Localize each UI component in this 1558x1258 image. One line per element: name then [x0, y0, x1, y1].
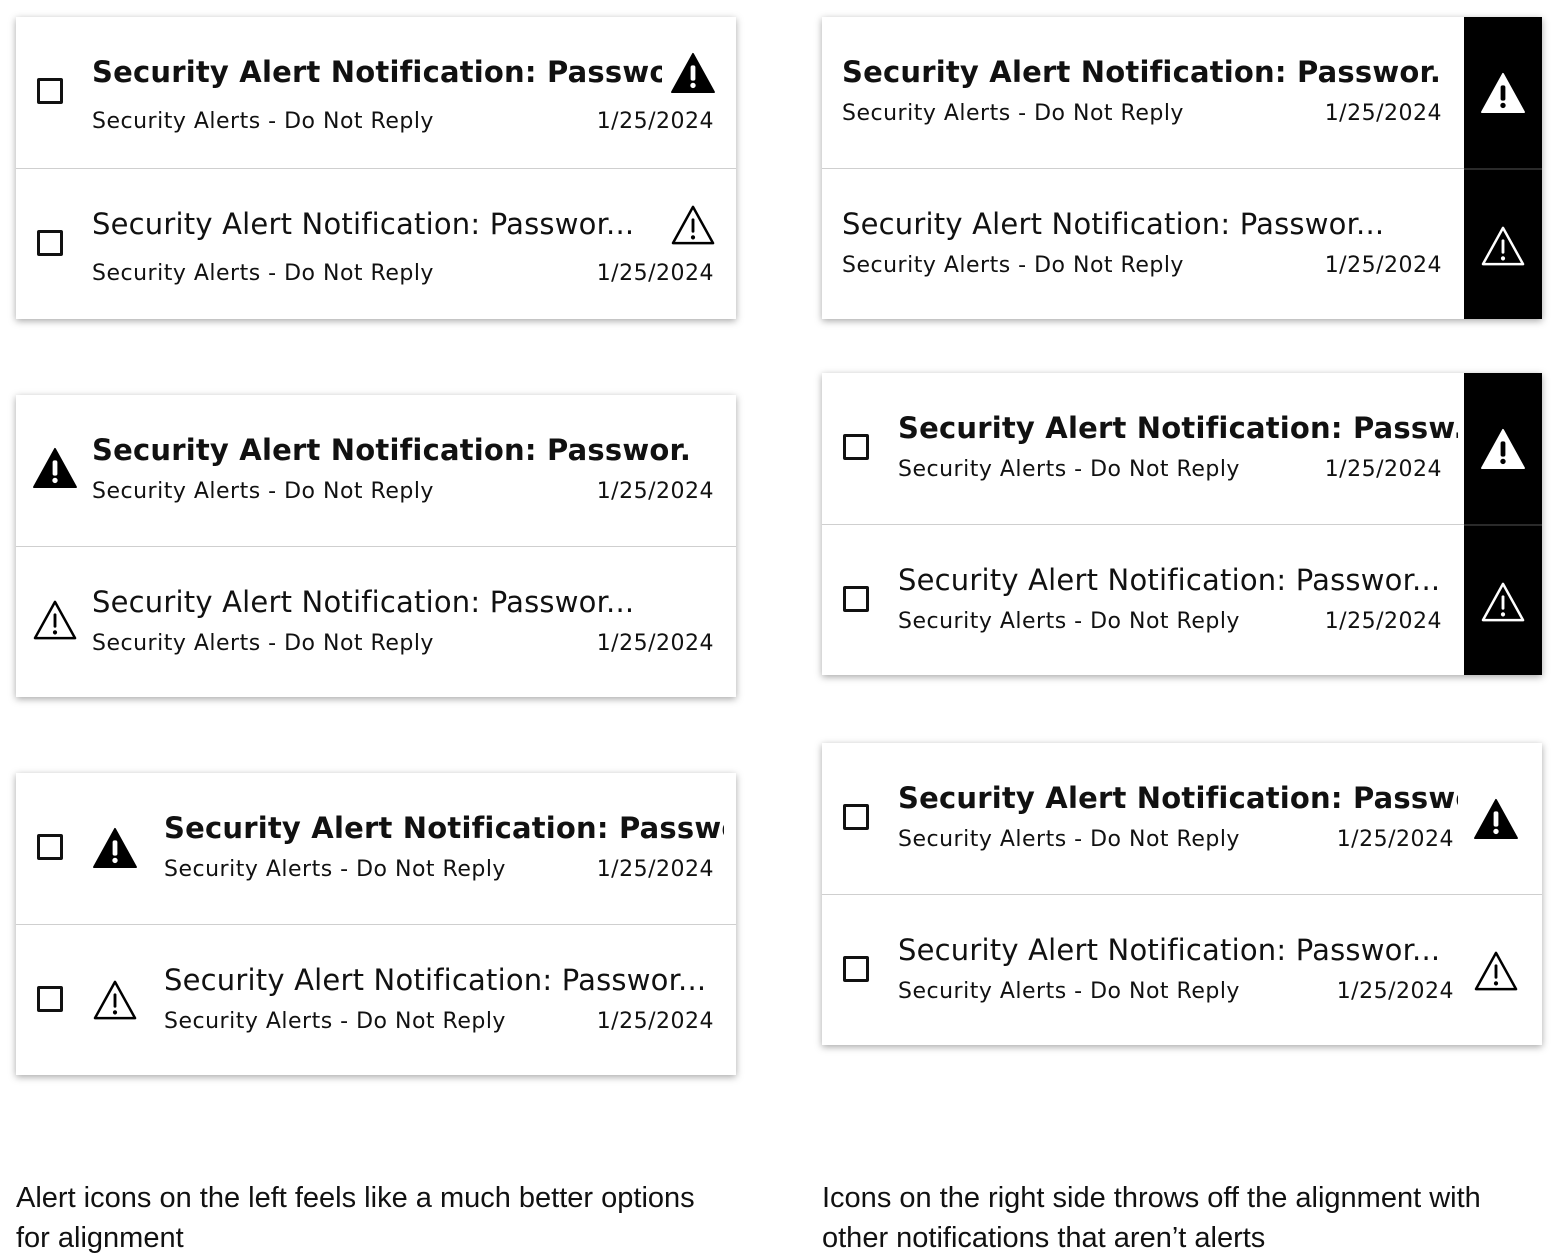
- notification-card-icon-left: Security Alert Notification: Passwor... …: [16, 395, 736, 697]
- caption-left: Alert icons on the left feels like a muc…: [16, 1182, 695, 1254]
- warning-outline-icon: [1481, 226, 1525, 266]
- sidebar-divider: [1464, 168, 1542, 170]
- notification-row-read[interactable]: Security Alert Notification: Passwor... …: [822, 895, 1542, 1045]
- notification-sender: Security Alerts - Do Not Reply: [92, 261, 434, 286]
- notification-row-unread[interactable]: Security Alert Notification: Passwor... …: [16, 773, 736, 924]
- notification-row-unread[interactable]: Security Alert Notification: Passwor... …: [16, 17, 736, 168]
- notification-sender: Security Alerts - Do Not Reply: [842, 101, 1184, 126]
- notification-date: 1/25/2024: [596, 109, 714, 134]
- select-checkbox[interactable]: [843, 804, 869, 830]
- notification-date: 1/25/2024: [596, 857, 714, 882]
- alert-sidebar: [1464, 17, 1542, 319]
- warning-outline-icon: [93, 980, 137, 1020]
- notification-title: Security Alert Notification: Passwor...: [898, 933, 1441, 967]
- notification-row-read[interactable]: Security Alert Notification: Passwor... …: [16, 547, 736, 697]
- notification-title: Security Alert Notification: Passwor...: [842, 55, 1442, 89]
- notification-row-read[interactable]: Security Alert Notification: Passwor... …: [16, 925, 736, 1075]
- notification-row-read[interactable]: Security Alert Notification: Passwor... …: [822, 169, 1542, 319]
- notification-date: 1/25/2024: [1336, 979, 1454, 1004]
- notification-date: 1/25/2024: [1324, 609, 1442, 634]
- select-checkbox[interactable]: [843, 956, 869, 982]
- notification-card-checkbox-icon-left: Security Alert Notification: Passwor... …: [16, 773, 736, 1075]
- notification-date: 1/25/2024: [596, 479, 714, 504]
- select-checkbox[interactable]: [37, 230, 63, 256]
- notification-title: Security Alert Notification: Passwor...: [92, 433, 692, 467]
- notification-sender: Security Alerts - Do Not Reply: [898, 609, 1240, 634]
- notification-title: Security Alert Notification: Passwor...: [92, 55, 662, 89]
- notification-row-unread[interactable]: Security Alert Notification: Passwor... …: [822, 17, 1542, 168]
- notification-row-unread[interactable]: Security Alert Notification: Passwor... …: [16, 395, 736, 546]
- notification-title: Security Alert Notification: Passwor...: [164, 811, 724, 845]
- select-checkbox[interactable]: [843, 434, 869, 460]
- warning-filled-icon: [1481, 428, 1525, 470]
- notification-sender: Security Alerts - Do Not Reply: [164, 1009, 506, 1034]
- notification-row-read[interactable]: Security Alert Notification: Passwor... …: [822, 525, 1542, 675]
- select-checkbox[interactable]: [37, 986, 63, 1012]
- notification-title: Security Alert Notification: Passwor...: [92, 207, 635, 241]
- notification-sender: Security Alerts - Do Not Reply: [842, 253, 1184, 278]
- notification-card-checkbox-icon-right-inline: Security Alert Notification: Passwor... …: [822, 743, 1542, 1045]
- notification-date: 1/25/2024: [596, 261, 714, 286]
- notification-row-unread[interactable]: Security Alert Notification: Passwor... …: [822, 743, 1542, 894]
- notification-row-read[interactable]: Security Alert Notification: Passwor... …: [16, 169, 736, 319]
- warning-filled-icon: [671, 52, 715, 94]
- notification-card-checkbox-sidebar-right: Security Alert Notification: Passw... Se…: [822, 373, 1542, 675]
- sidebar-divider: [1464, 524, 1542, 526]
- warning-filled-icon: [1481, 72, 1525, 114]
- warning-outline-icon: [1474, 951, 1518, 991]
- notification-title: Security Alert Notification: Passwor...: [898, 781, 1458, 815]
- warning-outline-icon: [33, 600, 77, 640]
- warning-filled-icon: [1474, 798, 1518, 840]
- notification-title: Security Alert Notification: Passw...: [898, 411, 1458, 445]
- caption-right: Icons on the right side throws off the a…: [822, 1182, 1481, 1254]
- notification-date: 1/25/2024: [1324, 101, 1442, 126]
- notification-date: 1/25/2024: [1336, 827, 1454, 852]
- notification-row-unread[interactable]: Security Alert Notification: Passw... Se…: [822, 373, 1542, 524]
- select-checkbox[interactable]: [37, 834, 63, 860]
- notification-card-checkbox-icon-right: Security Alert Notification: Passwor... …: [16, 17, 736, 319]
- notification-sender: Security Alerts - Do Not Reply: [92, 479, 434, 504]
- notification-title: Security Alert Notification: Passwor...: [164, 963, 707, 997]
- notification-date: 1/25/2024: [596, 1009, 714, 1034]
- warning-outline-icon: [671, 205, 715, 245]
- warning-filled-icon: [93, 827, 137, 869]
- select-checkbox[interactable]: [37, 78, 63, 104]
- notification-date: 1/25/2024: [1324, 253, 1442, 278]
- notification-sender: Security Alerts - Do Not Reply: [898, 979, 1240, 1004]
- notification-title: Security Alert Notification: Passwor...: [898, 563, 1441, 597]
- select-checkbox[interactable]: [843, 586, 869, 612]
- notification-sender: Security Alerts - Do Not Reply: [92, 631, 434, 656]
- notification-sender: Security Alerts - Do Not Reply: [92, 109, 434, 134]
- notification-title: Security Alert Notification: Passwor...: [92, 585, 635, 619]
- alert-sidebar: [1464, 373, 1542, 675]
- notification-date: 1/25/2024: [1324, 457, 1442, 482]
- notification-title: Security Alert Notification: Passwor...: [842, 207, 1385, 241]
- warning-outline-icon: [1481, 582, 1525, 622]
- notification-sender: Security Alerts - Do Not Reply: [898, 827, 1240, 852]
- notification-sender: Security Alerts - Do Not Reply: [164, 857, 506, 882]
- warning-filled-icon: [33, 447, 77, 489]
- notification-sender: Security Alerts - Do Not Reply: [898, 457, 1240, 482]
- notification-date: 1/25/2024: [596, 631, 714, 656]
- notification-card-sidebar-right: Security Alert Notification: Passwor... …: [822, 17, 1542, 319]
